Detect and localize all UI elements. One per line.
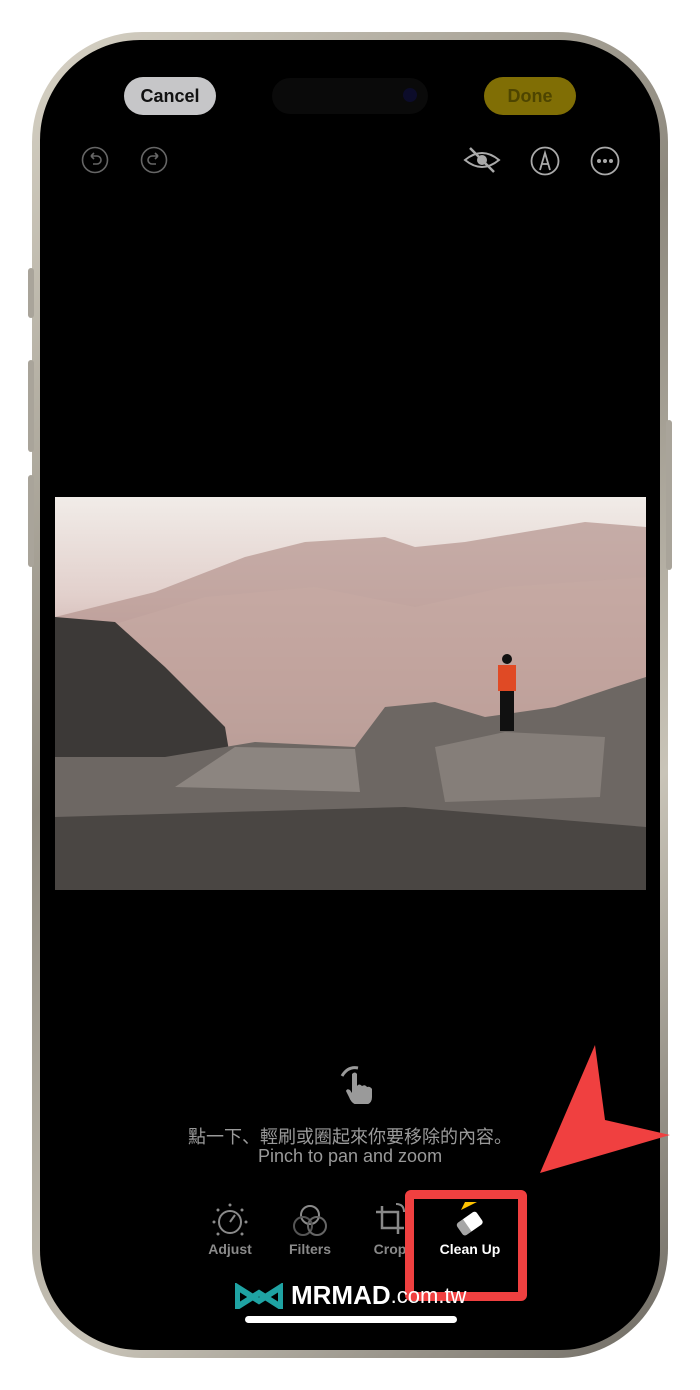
- mrmad-logo-icon: [235, 1282, 283, 1309]
- annotation-arrow-icon: [540, 1045, 670, 1173]
- crop-icon: [376, 1203, 405, 1234]
- photo-canvas[interactable]: [55, 497, 646, 890]
- tool-adjust[interactable]: Adjust: [190, 1202, 270, 1257]
- done-button[interactable]: Done: [484, 77, 576, 115]
- camera: [403, 88, 417, 102]
- watermark-suffix: .com.tw: [390, 1282, 467, 1308]
- home-indicator[interactable]: [245, 1316, 457, 1323]
- markup-icon[interactable]: [530, 146, 560, 176]
- hide-eye-icon[interactable]: [462, 146, 502, 174]
- volume-up-button: [28, 360, 34, 452]
- more-icon[interactable]: [590, 146, 620, 176]
- desert-landscape-image: [55, 522, 646, 890]
- tool-label: Adjust: [208, 1241, 252, 1257]
- tool-label: Filters: [288, 1241, 331, 1257]
- volume-down-button: [28, 475, 34, 567]
- tap-gesture-icon: [340, 1066, 372, 1104]
- filters-icon: [293, 1205, 327, 1236]
- action-button: [28, 268, 34, 318]
- redo-icon[interactable]: [140, 146, 168, 174]
- undo-icon[interactable]: [81, 146, 109, 174]
- cancel-button[interactable]: Cancel: [124, 77, 216, 115]
- adjust-icon: [212, 1203, 248, 1236]
- side-button: [666, 420, 672, 570]
- watermark-text: MRMAD: [291, 1280, 391, 1310]
- watermark: MRMAD .com.tw: [235, 1280, 466, 1311]
- tool-filters[interactable]: Filters: [270, 1202, 350, 1257]
